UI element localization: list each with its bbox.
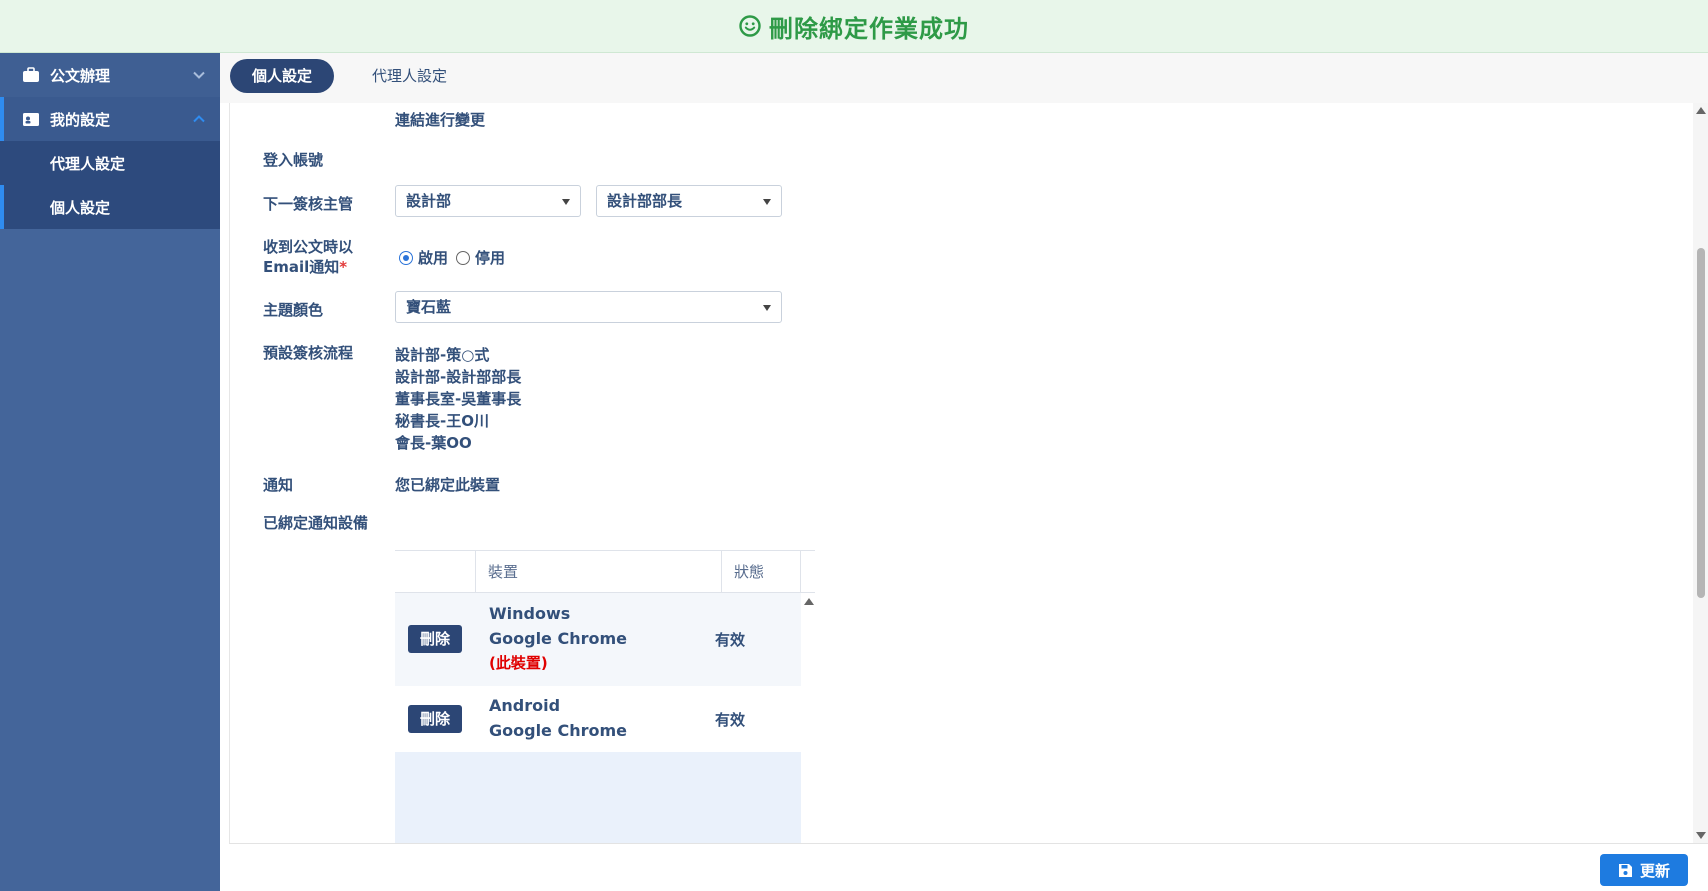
update-button[interactable]: 更新 [1600,854,1688,886]
success-banner: 刪除綁定作業成功 [0,0,1708,53]
bound-devices-table: 裝置 狀態 刪除 Windows Google Chrome (此裝置) 有效 … [395,550,815,843]
header-cell-device: 裝置 [475,551,721,593]
device-browser: Google Chrome [489,721,628,740]
sidebar: 公文辦理 我的設定 代理人設定 個人設定 [0,53,220,891]
sidebar-item-label: 公文辦理 [50,66,111,85]
header-cell-actions [395,551,475,593]
chevron-up-icon [193,115,205,123]
tab-personal-settings[interactable]: 個人設定 [230,59,335,93]
theme-color-select[interactable]: 寶石藍 [395,291,782,323]
radio-enable-label[interactable]: 啟用 [418,247,448,268]
sidebar-item-personal-settings[interactable]: 個人設定 [0,185,220,229]
bound-devices-label: 已綁定通知設備 [263,514,369,532]
id-card-icon [22,110,40,128]
table-row: 刪除 Windows Google Chrome (此裝置) 有效 [395,593,801,686]
radio-disable-label[interactable]: 停用 [475,247,505,268]
scroll-up-icon[interactable] [1696,107,1706,114]
table-row: 刪除 Android Google Chrome 有效 [395,686,801,752]
sidebar-item-documents[interactable]: 公文辦理 [0,53,220,97]
email-notify-label-line2: Email通知* [263,256,347,277]
theme-color-value: 寶石藍 [406,298,452,316]
radio-enable[interactable] [399,251,413,265]
reviewer-dept-value: 設計部 [406,192,452,210]
table-body: 刪除 Windows Google Chrome (此裝置) 有效 刪除 And… [395,593,801,843]
delete-button[interactable]: 刪除 [408,705,462,733]
table-header: 裝置 狀態 [395,551,815,593]
link-change-text[interactable]: 連結進行變更 [395,109,485,130]
footer-bar: 更新 [229,843,1708,891]
email-notify-label-text: Email通知 [263,258,340,276]
device-os: Android [489,696,561,715]
this-device-text: (此裝置) [489,654,548,672]
notify-value: 您已綁定此裝置 [395,476,501,494]
delete-button[interactable]: 刪除 [408,625,462,653]
flow-step: 設計部-設計部部長 [395,368,522,386]
page-scrollbar[interactable] [1693,103,1708,843]
flow-step: 董事長室-吳董事長 [395,390,522,408]
flow-step: 設計部-策○式 [395,346,490,364]
login-account-label: 登入帳號 [263,151,324,169]
sidebar-item-proxy-settings[interactable]: 代理人設定 [0,141,220,185]
reviewer-person-select[interactable]: 設計部部長 [596,185,782,217]
chevron-down-icon [193,71,205,79]
sidebar-item-my-settings[interactable]: 我的設定 [0,97,220,141]
table-scrollbar[interactable] [801,593,815,843]
banner-message: 刪除綁定作業成功 [769,14,969,43]
theme-color-label: 主題顏色 [263,301,324,319]
next-reviewer-label: 下一簽核主管 [263,195,354,213]
device-status: 有效 [715,711,746,729]
device-os: Windows [489,604,571,623]
caret-down-icon [562,199,570,205]
sidebar-item-label: 我的設定 [50,110,111,129]
radio-disable[interactable] [456,251,470,265]
email-notify-label-line1: 收到公文時以 [263,238,354,256]
scroll-down-icon[interactable] [1696,832,1706,839]
device-status: 有效 [715,631,746,649]
scroll-up-icon[interactable] [804,598,814,605]
scrollbar-thumb[interactable] [1697,248,1705,598]
tab-proxy-settings[interactable]: 代理人設定 [350,59,469,93]
device-browser: Google Chrome [489,629,628,648]
update-button-label: 更新 [1639,861,1670,880]
floppy-disk-icon [1618,863,1632,877]
reviewer-dept-select[interactable]: 設計部 [395,185,581,217]
caret-down-icon [763,199,771,205]
briefcase-icon [22,66,40,84]
notify-label: 通知 [263,476,294,494]
smile-icon [739,15,761,37]
required-marker: * [339,258,348,276]
default-flow-label: 預設簽核流程 [263,344,354,362]
reviewer-person-value: 設計部部長 [607,192,683,210]
this-device-note: (此裝置) [489,651,548,676]
flow-step: 秘書長-王O川 [395,412,489,430]
flow-step: 會長-葉OO [395,434,472,452]
settings-panel: 連結進行變更 登入帳號 下一簽核主管 設計部 設計部部長 收到公文時以 Emai… [229,103,1708,843]
header-cell-status: 狀態 [721,551,801,593]
tab-bar: 個人設定 代理人設定 [220,53,1708,103]
caret-down-icon [763,305,771,311]
